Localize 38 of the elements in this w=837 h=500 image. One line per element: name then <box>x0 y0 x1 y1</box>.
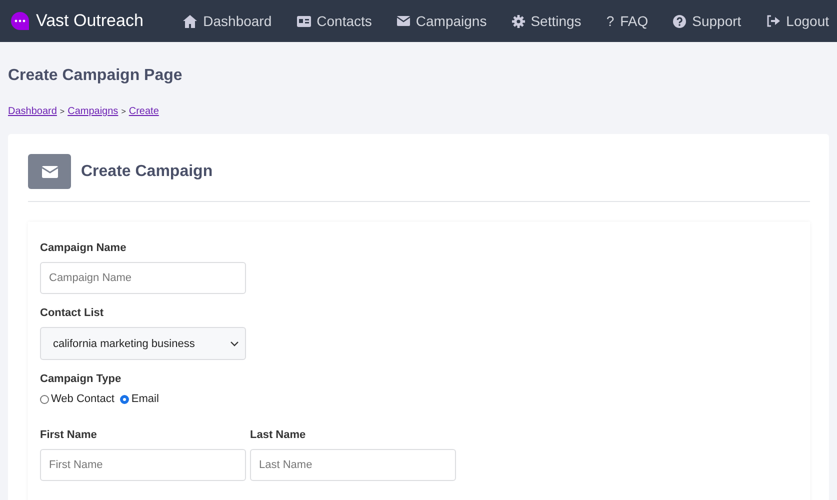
field-label: First Name <box>40 429 97 441</box>
nav-link[interactable]: Contacts <box>296 13 372 29</box>
field-label: Contact List <box>40 307 104 319</box>
breadcrumb-separator: > <box>60 106 65 116</box>
name-input[interactable]: First Name <box>40 449 246 481</box>
breadcrumb-link[interactable]: Campaigns <box>68 106 118 116</box>
field-label: Last Name <box>250 429 306 441</box>
nav-link[interactable]: Logout <box>766 13 829 29</box>
breadcrumb-link[interactable]: Create <box>128 106 159 116</box>
breadcrumb-separator: > <box>121 106 126 116</box>
chat-bubble-logo-icon <box>10 11 30 31</box>
help-icon <box>673 14 686 28</box>
id-card-icon <box>296 16 311 26</box>
nav-link[interactable]: Campaigns <box>396 13 487 29</box>
field-label: Campaign Type <box>40 373 122 385</box>
contact-list-dropdown[interactable]: california marketing business <box>40 327 246 360</box>
settings-icon <box>512 14 525 28</box>
radio-option[interactable]: Web Contact <box>40 393 114 405</box>
field-label: Campaign Name <box>40 242 126 254</box>
question-mark-icon: ? <box>606 13 614 29</box>
nav-link[interactable]: Support <box>673 13 742 29</box>
home-icon <box>183 14 198 28</box>
radio-button[interactable] <box>120 394 130 404</box>
breadcrumb-link[interactable]: Dashboard <box>8 106 57 116</box>
nav-link[interactable]: Settings <box>512 13 582 29</box>
nav-link[interactable]: ? FAQ <box>606 13 648 29</box>
envelope-icon <box>28 154 71 189</box>
radio-button[interactable] <box>40 394 49 404</box>
name-input[interactable]: Last Name <box>250 449 456 481</box>
campaign-name-input[interactable]: Campaign Name <box>40 262 246 294</box>
envelope-icon <box>396 16 410 26</box>
logout-icon <box>766 15 780 27</box>
brand-name[interactable]: Vast Outreach <box>36 11 144 31</box>
radio-option[interactable]: Email <box>120 393 159 405</box>
chevron-down-icon <box>230 340 239 346</box>
page-title: Create Campaign Page <box>8 66 184 86</box>
nav-link[interactable]: Dashboard <box>183 13 272 29</box>
card-title: Create Campaign <box>81 162 213 180</box>
